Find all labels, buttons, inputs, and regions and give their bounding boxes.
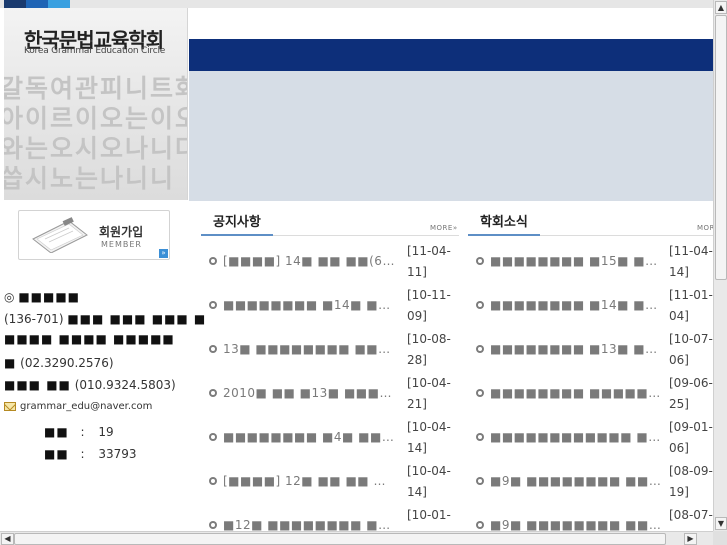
vertical-scroll-thumb[interactable] (715, 15, 727, 280)
left-sidebar: 회원가입 MEMBER » ◎ ■■■■■ (136-701) ■■■ ■■■ … (0, 201, 205, 531)
notice-item-date: [10-04-21] (407, 376, 451, 411)
bullet-icon (476, 433, 484, 441)
news-item-title[interactable]: ■■■■■■■■ ■14■ ■■■... (490, 295, 665, 316)
address-bullet-icon: ◎ (4, 290, 15, 304)
site-logo-banner[interactable]: 갈독여관피니트화아이르이오는이오와는오시오나니다씁시노는나니니 한국문법교육학회… (4, 8, 188, 200)
clipboard-icon (32, 217, 88, 253)
notice-item-title[interactable]: 2010■ ■■ ■13■ ■■■■ ■■... (223, 383, 395, 404)
news-list-item[interactable]: ■■■■■■■■ ■■■■■■■■...[09-06-25] (476, 373, 715, 415)
main-navigation-bar[interactable] (189, 39, 713, 71)
top-tab-2[interactable] (26, 0, 48, 8)
visitor-today: ■■ : 19 (44, 425, 114, 439)
bullet-icon (476, 389, 484, 397)
bullet-icon (209, 521, 217, 529)
news-item-date: [11-01-04] (669, 288, 713, 323)
bullet-icon (476, 521, 484, 529)
horizontal-scroll-thumb[interactable] (14, 533, 666, 545)
news-item-date: [09-06-25] (669, 376, 713, 411)
news-list-item[interactable]: ■■■■■■■■■■■■ ■■■...[09-01-06] (476, 417, 715, 459)
visitor-today-count: 19 (98, 425, 114, 439)
bullet-icon (476, 345, 484, 353)
notice-item-date: [10-01- (407, 508, 451, 522)
news-list-item[interactable]: ■■■■■■■■ ■13■ ■■■... [10-07-06] (476, 329, 715, 371)
bullet-icon (209, 433, 217, 441)
notice-item-title[interactable]: ■■■■■■■■ ■14■ ■■■... (223, 295, 395, 316)
horizontal-scrollbar[interactable]: ◀ ▶ (0, 531, 713, 545)
member-join-banner[interactable]: 회원가입 MEMBER » (18, 210, 170, 260)
notice-item-title[interactable]: [■■■■] 14■ ■■ ■■(6■ ... (223, 251, 395, 272)
mobile-line: ■■■ ■■ (010.9324.5803) (4, 378, 176, 392)
news-item-date: [10-07-06] (669, 332, 713, 367)
address-line-2: ■■■■ ■■■■ ■■■■■ (4, 332, 175, 346)
hangul-background: 갈독여관피니트화아이르이오는이오와는오시오나니다씁시노는나니니 (4, 74, 188, 193)
notice-list-item[interactable]: 13■ ■■■■■■■■ ■■■ ■■... [10-08-28] (209, 329, 453, 371)
top-tab-1[interactable] (4, 0, 26, 8)
bullet-icon (209, 477, 217, 485)
news-item-date: [09-01-06] (669, 420, 713, 455)
mail-icon (4, 401, 16, 411)
address-line-1: (136-701) ■■■ ■■■ ■■■ ■ (4, 312, 207, 326)
header-top-area (189, 8, 713, 39)
bullet-icon (209, 301, 217, 309)
news-item-date: [08-07- (669, 508, 713, 522)
bullet-icon (476, 257, 484, 265)
email-link[interactable]: grammar_edu@naver.com (20, 401, 152, 412)
tab-news[interactable]: 학회소식 (468, 214, 540, 236)
notice-item-date: [10-08-28] (407, 332, 451, 367)
phone-line: ■ (02.3290.2576) (4, 356, 114, 370)
bullet-icon (476, 301, 484, 309)
notice-item-date: [10-04-14] (407, 464, 451, 499)
news-item-title[interactable]: ■9■ ■■■■■■■■ ■■■■... (490, 471, 665, 492)
news-item-title[interactable]: ■■■■■■■■ ■■■■■■■■... (490, 383, 665, 404)
member-join-label: 회원가입 (99, 225, 144, 239)
notice-item-title[interactable]: ■■■■■■■■ ■4■ ■■■ ... (223, 427, 395, 448)
news-item-date: [11-04-14] (669, 244, 713, 279)
notice-list-item[interactable]: [■■■■] 14■ ■■ ■■(6■ ... [11-04-11] (209, 241, 453, 283)
bullet-icon (209, 389, 217, 397)
address-heading: ◎ ■■■■■ (4, 290, 81, 304)
member-arrow-icon: » (159, 249, 168, 258)
notice-item-date: [10-11-09] (407, 288, 451, 323)
scrollbar-corner (713, 531, 727, 545)
scroll-left-button[interactable]: ◀ (1, 533, 14, 545)
visitor-total-count: 33793 (98, 447, 137, 461)
notice-list-item[interactable]: ■■■■■■■■ ■4■ ■■■ ... [10-04-14] (209, 417, 453, 459)
notice-list-item[interactable]: ■■■■■■■■ ■14■ ■■■... [10-11-09] (209, 285, 453, 327)
top-tab-strip (0, 0, 713, 8)
bullet-icon (476, 477, 484, 485)
header-visual-area (189, 71, 713, 201)
news-list-item[interactable]: ■9■ ■■■■■■■■ ■■■■...[08-09-19] (476, 461, 715, 503)
scroll-down-button[interactable]: ▼ (715, 517, 727, 530)
news-item-title[interactable]: ■■■■■■■■■■■■ ■■■... (490, 427, 665, 448)
news-list-item[interactable]: ■■■■■■■■ ■15■ ■■■... [11-04-14] (476, 241, 715, 283)
bullet-icon (209, 257, 217, 265)
notice-item-title[interactable]: 13■ ■■■■■■■■ ■■■ ■■... (223, 339, 395, 360)
news-item-title[interactable]: ■■■■■■■■ ■15■ ■■■... (490, 251, 665, 272)
visitor-total: ■■ : 33793 (44, 447, 137, 461)
scroll-right-button[interactable]: ▶ (684, 533, 697, 545)
notice-list-item[interactable]: [■■■■] 12■ ■■ ■■ ■■ [10-04-14] (209, 461, 453, 503)
news-item-date: [08-09-19] (669, 464, 713, 499)
logo-english: Korea Grammar Education Circle (24, 46, 166, 56)
scroll-up-button[interactable]: ▲ (715, 1, 727, 14)
email-line[interactable]: grammar_edu@naver.com (4, 401, 152, 412)
notice-more-button[interactable]: MORE» (430, 224, 458, 232)
news-item-title[interactable]: ■■■■■■■■ ■13■ ■■■... (490, 339, 665, 360)
news-list-item[interactable]: ■■■■■■■■ ■14■ ■■■... [11-01-04] (476, 285, 715, 327)
notice-item-title[interactable]: [■■■■] 12■ ■■ ■■ ■■ (223, 471, 395, 492)
notice-list-item[interactable]: 2010■ ■■ ■13■ ■■■■ ■■... [10-04-21] (209, 373, 453, 415)
notice-item-date: [11-04-11] (407, 244, 451, 279)
bullet-icon (209, 345, 217, 353)
notice-item-date: [10-04-14] (407, 420, 451, 455)
member-join-sublabel: MEMBER (101, 240, 142, 249)
tab-notice[interactable]: 공지사항 (201, 214, 273, 236)
vertical-scrollbar[interactable]: ▲ ▼ (713, 0, 727, 531)
top-tab-3[interactable] (48, 0, 70, 8)
